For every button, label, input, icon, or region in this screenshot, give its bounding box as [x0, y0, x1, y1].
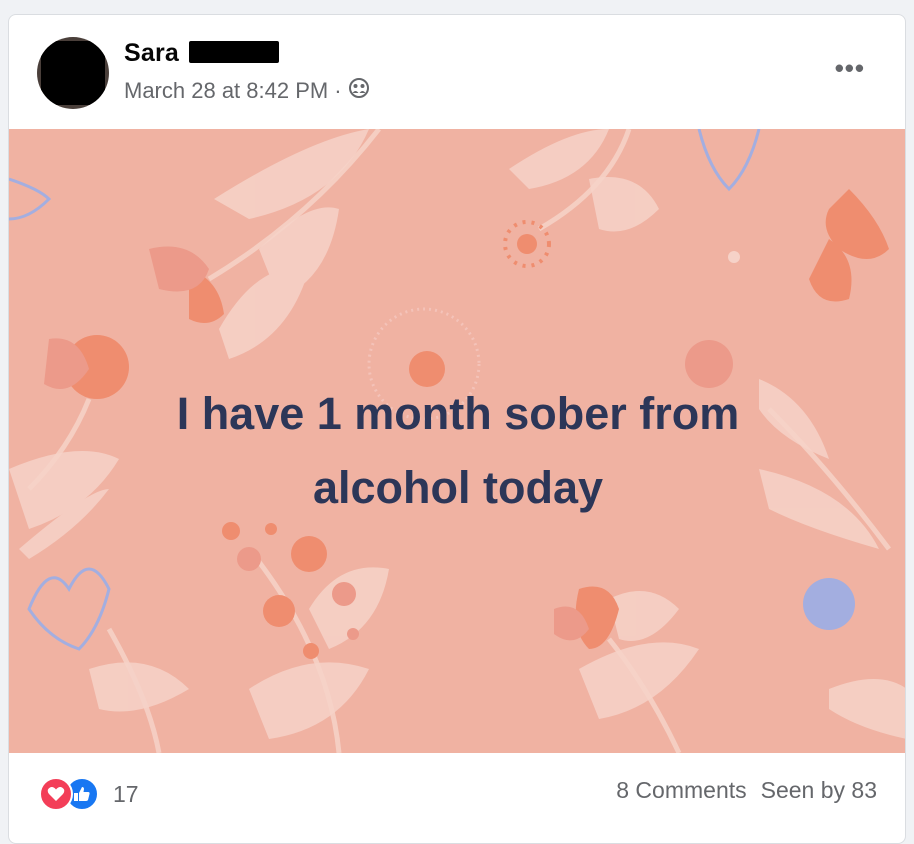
post-text-line-2: alcohol today	[312, 462, 604, 513]
friends-icon[interactable]	[348, 77, 370, 105]
comments-link[interactable]: 8 Comments	[616, 777, 746, 804]
post-background-image: I have 1 month sober from alcohol today	[9, 129, 905, 753]
post-footer: 17 8 Comments Seen by 83	[9, 753, 905, 833]
seen-by-link[interactable]: Seen by 83	[761, 777, 877, 804]
post-text-line-1: I have 1 month sober from	[176, 388, 740, 439]
redaction-box	[189, 41, 279, 63]
post-meta: March 28 at 8:42 PM ·	[124, 77, 370, 105]
meta-separator: ·	[334, 78, 342, 103]
post-text: I have 1 month sober from alcohol today	[9, 377, 905, 525]
avatar[interactable]	[37, 37, 109, 109]
reactions-summary[interactable]: 17	[39, 777, 139, 811]
post-stats: 8 Comments Seen by 83	[616, 777, 877, 804]
post-timestamp[interactable]: March 28 at 8:42 PM	[124, 78, 328, 104]
author-name[interactable]: Sara	[124, 39, 179, 68]
post-card: Sara March 28 at 8:42 PM · ••• I have 1 …	[8, 14, 906, 844]
more-options-button[interactable]: •••	[835, 53, 865, 84]
reaction-count: 17	[113, 780, 139, 807]
heart-icon	[39, 777, 73, 811]
post-header: Sara March 28 at 8:42 PM · •••	[9, 15, 905, 129]
redaction-box	[41, 41, 105, 105]
